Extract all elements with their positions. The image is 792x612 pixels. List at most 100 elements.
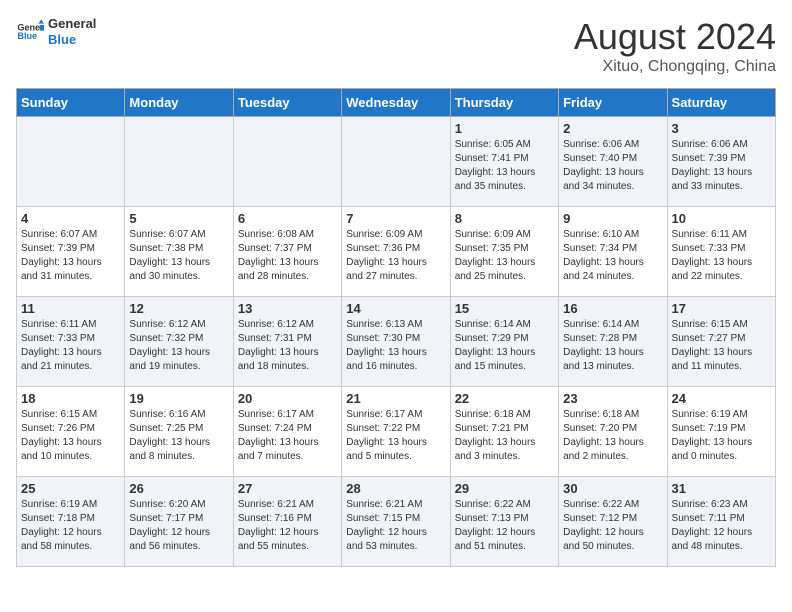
- calendar-week-row: 1Sunrise: 6:05 AM Sunset: 7:41 PM Daylig…: [17, 117, 776, 207]
- day-info: Sunrise: 6:17 AM Sunset: 7:24 PM Dayligh…: [238, 408, 337, 464]
- calendar-cell: 21 Sunrise: 6:17 AM Sunset: 7:22 PM Dayli…: [342, 387, 450, 477]
- calendar-cell: 30 Sunrise: 6:22 AM Sunset: 7:12 PM Dayli…: [559, 477, 667, 567]
- day-header-tuesday: Tuesday: [233, 89, 341, 117]
- calendar-cell: 6 Sunrise: 6:08 AM Sunset: 7:37 PM Daylig…: [233, 207, 341, 297]
- logo-icon: General Blue: [16, 18, 44, 46]
- day-number: 22: [455, 391, 554, 406]
- calendar-cell: [17, 117, 125, 207]
- day-info: Sunrise: 6:12 AM Sunset: 7:32 PM Dayligh…: [129, 318, 228, 374]
- day-number: 9: [563, 211, 662, 226]
- calendar-cell: 25Sunrise: 6:19 AM Sunset: 7:18 PM Dayli…: [17, 477, 125, 567]
- day-info: Sunrise: 6:09 AM Sunset: 7:35 PM Dayligh…: [455, 228, 554, 284]
- page-header: General Blue General Blue August 2024 Xi…: [16, 16, 776, 76]
- day-info: Sunrise: 6:14 AM Sunset: 7:28 PM Dayligh…: [563, 318, 662, 374]
- day-number: 14: [346, 301, 445, 316]
- logo-text-line2: Blue: [48, 32, 96, 48]
- day-header-friday: Friday: [559, 89, 667, 117]
- calendar-cell: 27Sunrise: 6:21 AM Sunset: 7:16 PM Dayli…: [233, 477, 341, 567]
- calendar-cell: 3 Sunrise: 6:06 AM Sunset: 7:39 PM Daylig…: [667, 117, 775, 207]
- calendar-table: SundayMondayTuesdayWednesdayThursdayFrid…: [16, 88, 776, 567]
- day-number: 16: [563, 301, 662, 316]
- calendar-cell: 16 Sunrise: 6:14 AM Sunset: 7:28 PM Dayli…: [559, 297, 667, 387]
- calendar-week-row: 4 Sunrise: 6:07 AM Sunset: 7:39 PM Daylig…: [17, 207, 776, 297]
- day-number: 18: [21, 391, 120, 406]
- calendar-cell: 28 Sunrise: 6:21 AM Sunset: 7:15 PM Dayli…: [342, 477, 450, 567]
- day-number: 28: [346, 481, 445, 496]
- calendar-cell: 12 Sunrise: 6:12 AM Sunset: 7:32 PM Dayli…: [125, 297, 233, 387]
- day-header-wednesday: Wednesday: [342, 89, 450, 117]
- calendar-cell: [233, 117, 341, 207]
- day-number: 29: [455, 481, 554, 496]
- calendar-cell: 29 Sunrise: 6:22 AM Sunset: 7:13 PM Dayli…: [450, 477, 558, 567]
- day-number: 31: [672, 481, 771, 496]
- day-number: 12: [129, 301, 228, 316]
- day-info: Sunrise: 6:23 AM Sunset: 7:11 PM Dayligh…: [672, 498, 771, 554]
- calendar-cell: 10Sunrise: 6:11 AM Sunset: 7:33 PM Dayli…: [667, 207, 775, 297]
- calendar-cell: 9 Sunrise: 6:10 AM Sunset: 7:34 PM Daylig…: [559, 207, 667, 297]
- day-number: 3: [672, 121, 771, 136]
- day-number: 8: [455, 211, 554, 226]
- day-info: Sunrise: 6:13 AM Sunset: 7:30 PM Dayligh…: [346, 318, 445, 374]
- day-number: 30: [563, 481, 662, 496]
- calendar-header-row: SundayMondayTuesdayWednesdayThursdayFrid…: [17, 89, 776, 117]
- calendar-cell: 4 Sunrise: 6:07 AM Sunset: 7:39 PM Daylig…: [17, 207, 125, 297]
- day-number: 7: [346, 211, 445, 226]
- day-number: 13: [238, 301, 337, 316]
- calendar-cell: [125, 117, 233, 207]
- day-info: Sunrise: 6:20 AM Sunset: 7:17 PM Dayligh…: [129, 498, 228, 554]
- calendar-week-row: 25Sunrise: 6:19 AM Sunset: 7:18 PM Dayli…: [17, 477, 776, 567]
- calendar-cell: 18Sunrise: 6:15 AM Sunset: 7:26 PM Dayli…: [17, 387, 125, 477]
- calendar-cell: 26 Sunrise: 6:20 AM Sunset: 7:17 PM Dayli…: [125, 477, 233, 567]
- calendar-cell: 1Sunrise: 6:05 AM Sunset: 7:41 PM Daylig…: [450, 117, 558, 207]
- day-info: Sunrise: 6:06 AM Sunset: 7:39 PM Dayligh…: [672, 138, 771, 194]
- day-number: 26: [129, 481, 228, 496]
- day-header-thursday: Thursday: [450, 89, 558, 117]
- subtitle: Xituo, Chongqing, China: [574, 58, 776, 76]
- day-info: Sunrise: 6:06 AM Sunset: 7:40 PM Dayligh…: [563, 138, 662, 194]
- day-number: 1: [455, 121, 554, 136]
- day-info: Sunrise: 6:07 AM Sunset: 7:39 PM Dayligh…: [21, 228, 120, 284]
- logo: General Blue General Blue: [16, 16, 96, 47]
- day-info: Sunrise: 6:22 AM Sunset: 7:13 PM Dayligh…: [455, 498, 554, 554]
- day-info: Sunrise: 6:14 AM Sunset: 7:29 PM Dayligh…: [455, 318, 554, 374]
- calendar-week-row: 11 Sunrise: 6:11 AM Sunset: 7:33 PM Dayli…: [17, 297, 776, 387]
- calendar-cell: 7 Sunrise: 6:09 AM Sunset: 7:36 PM Daylig…: [342, 207, 450, 297]
- day-number: 4: [21, 211, 120, 226]
- calendar-body: 1Sunrise: 6:05 AM Sunset: 7:41 PM Daylig…: [17, 117, 776, 567]
- day-header-saturday: Saturday: [667, 89, 775, 117]
- svg-text:Blue: Blue: [17, 31, 37, 41]
- calendar-cell: 31 Sunrise: 6:23 AM Sunset: 7:11 PM Dayli…: [667, 477, 775, 567]
- day-info: Sunrise: 6:19 AM Sunset: 7:18 PM Dayligh…: [21, 498, 120, 554]
- day-info: Sunrise: 6:18 AM Sunset: 7:21 PM Dayligh…: [455, 408, 554, 464]
- calendar-cell: 5 Sunrise: 6:07 AM Sunset: 7:38 PM Daylig…: [125, 207, 233, 297]
- day-number: 5: [129, 211, 228, 226]
- calendar-cell: 8 Sunrise: 6:09 AM Sunset: 7:35 PM Daylig…: [450, 207, 558, 297]
- day-info: Sunrise: 6:21 AM Sunset: 7:15 PM Dayligh…: [346, 498, 445, 554]
- day-info: Sunrise: 6:17 AM Sunset: 7:22 PM Dayligh…: [346, 408, 445, 464]
- calendar-cell: 15Sunrise: 6:14 AM Sunset: 7:29 PM Dayli…: [450, 297, 558, 387]
- day-info: Sunrise: 6:10 AM Sunset: 7:34 PM Dayligh…: [563, 228, 662, 284]
- day-number: 21: [346, 391, 445, 406]
- day-number: 6: [238, 211, 337, 226]
- day-info: Sunrise: 6:22 AM Sunset: 7:12 PM Dayligh…: [563, 498, 662, 554]
- calendar-cell: 11 Sunrise: 6:11 AM Sunset: 7:33 PM Dayli…: [17, 297, 125, 387]
- calendar-cell: 2 Sunrise: 6:06 AM Sunset: 7:40 PM Daylig…: [559, 117, 667, 207]
- calendar-cell: [342, 117, 450, 207]
- day-info: Sunrise: 6:19 AM Sunset: 7:19 PM Dayligh…: [672, 408, 771, 464]
- day-number: 2: [563, 121, 662, 136]
- day-info: Sunrise: 6:11 AM Sunset: 7:33 PM Dayligh…: [21, 318, 120, 374]
- day-info: Sunrise: 6:15 AM Sunset: 7:27 PM Dayligh…: [672, 318, 771, 374]
- day-number: 11: [21, 301, 120, 316]
- day-info: Sunrise: 6:07 AM Sunset: 7:38 PM Dayligh…: [129, 228, 228, 284]
- day-header-sunday: Sunday: [17, 89, 125, 117]
- day-info: Sunrise: 6:16 AM Sunset: 7:25 PM Dayligh…: [129, 408, 228, 464]
- day-info: Sunrise: 6:08 AM Sunset: 7:37 PM Dayligh…: [238, 228, 337, 284]
- day-info: Sunrise: 6:11 AM Sunset: 7:33 PM Dayligh…: [672, 228, 771, 284]
- calendar-week-row: 18Sunrise: 6:15 AM Sunset: 7:26 PM Dayli…: [17, 387, 776, 477]
- calendar-cell: 13Sunrise: 6:12 AM Sunset: 7:31 PM Dayli…: [233, 297, 341, 387]
- day-header-monday: Monday: [125, 89, 233, 117]
- day-info: Sunrise: 6:09 AM Sunset: 7:36 PM Dayligh…: [346, 228, 445, 284]
- day-number: 24: [672, 391, 771, 406]
- day-number: 17: [672, 301, 771, 316]
- calendar-cell: 20Sunrise: 6:17 AM Sunset: 7:24 PM Dayli…: [233, 387, 341, 477]
